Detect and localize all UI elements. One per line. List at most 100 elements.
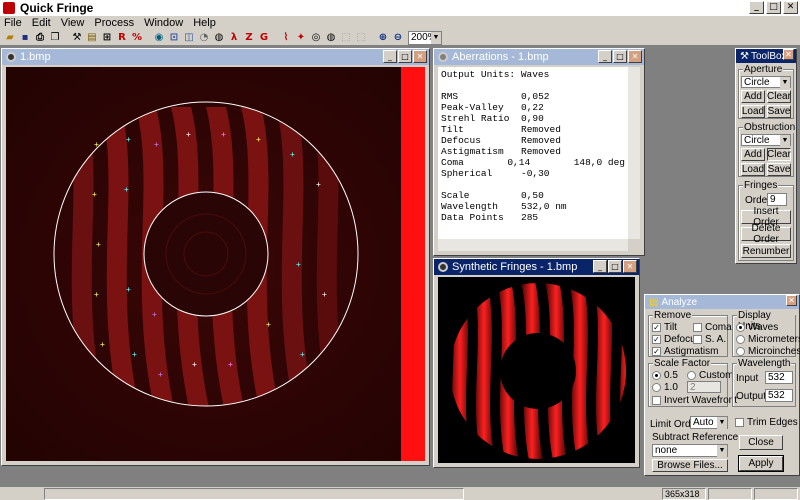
- ball-icon[interactable]: ◍: [324, 31, 338, 45]
- synthetic-canvas[interactable]: [438, 277, 635, 463]
- vertical-scrollbar[interactable]: [628, 67, 640, 239]
- radio-selected-icon: [652, 371, 661, 380]
- wave-icon[interactable]: ⌇: [279, 31, 293, 45]
- menu-help[interactable]: Help: [193, 16, 216, 30]
- maximize-button[interactable]: □: [766, 1, 781, 14]
- lambda-icon[interactable]: λ: [227, 31, 241, 45]
- order-spinner[interactable]: 9: [767, 193, 787, 206]
- close-button[interactable]: ✕: [783, 1, 798, 14]
- zoom-out-icon[interactable]: ⊖: [391, 31, 405, 45]
- aperture-load-button[interactable]: Load: [741, 105, 765, 118]
- minimize-button[interactable]: _: [749, 1, 764, 14]
- analyze-close-icon-button[interactable]: ✕: [786, 295, 797, 306]
- r-icon[interactable]: R: [115, 31, 129, 45]
- menu-process[interactable]: Process: [94, 16, 134, 30]
- grid-icon[interactable]: ⊞: [100, 31, 114, 45]
- star-icon[interactable]: ✦: [294, 31, 308, 45]
- save-icon[interactable]: ▪: [18, 31, 32, 45]
- interferogram-canvas[interactable]: + + + + + + + + + + + + + + + + + + + + + + +: [6, 67, 425, 461]
- fringe-icon[interactable]: ◍: [212, 31, 226, 45]
- open-icon[interactable]: ▰: [3, 31, 17, 45]
- scale-custom-value: 2: [690, 382, 696, 393]
- window-close-button[interactable]: ✕: [413, 50, 427, 63]
- close-button[interactable]: Close: [739, 435, 783, 450]
- units-micrometers-radio[interactable]: Micrometers: [736, 334, 800, 345]
- g-icon[interactable]: G: [257, 31, 271, 45]
- delete-order-button[interactable]: Delete Order: [741, 223, 791, 245]
- remove-sa-checkbox[interactable]: S. A.: [693, 334, 726, 345]
- window-minimize-button[interactable]: _: [593, 260, 607, 273]
- svg-text:+: +: [158, 370, 163, 379]
- aberrations-titlebar[interactable]: Aberrations - 1.bmp _ □ ✕: [434, 49, 644, 65]
- wavelength-output-field[interactable]: 532: [765, 389, 793, 402]
- ab-value: Removed: [521, 146, 561, 157]
- subtract-reference-select[interactable]: none ▼: [652, 444, 728, 457]
- apply-button[interactable]: Apply: [738, 455, 784, 472]
- scale-custom-input[interactable]: 2: [687, 381, 721, 393]
- toolbox-titlebar[interactable]: ⚒ ToolBox ✕: [736, 49, 796, 63]
- browse-files-button[interactable]: Browse Files...: [652, 459, 728, 472]
- ronchi-icon[interactable]: ◎: [309, 31, 323, 45]
- aperture-save-button[interactable]: Save: [767, 105, 791, 118]
- window-minimize-button[interactable]: _: [383, 50, 397, 63]
- menu-window[interactable]: Window: [144, 16, 183, 30]
- obstruction-load-button[interactable]: Load: [741, 163, 765, 176]
- ab-row: Peak-Valley 0,22: [441, 102, 625, 113]
- copy-icon[interactable]: ❐: [48, 31, 62, 45]
- contour-icon[interactable]: ◫: [182, 31, 196, 45]
- image-window: 1.bmp _ □ ✕ + + + + + + + + + + + + + + …: [1, 48, 430, 466]
- svg-text:+: +: [100, 340, 105, 349]
- horizontal-scrollbar[interactable]: [438, 239, 628, 251]
- renumber-button[interactable]: Renumber: [741, 244, 791, 258]
- aberrations-window: Aberrations - 1.bmp _ □ ✕ Output Units: …: [433, 48, 645, 256]
- obstruction-group-title: Obstruction: [743, 122, 797, 133]
- tools-icon[interactable]: ⚒: [70, 31, 84, 45]
- window-close-button[interactable]: ✕: [628, 50, 642, 63]
- print-icon[interactable]: ⎙: [33, 31, 47, 45]
- limit-order-select[interactable]: Auto ▼: [690, 416, 728, 429]
- synthetic-titlebar[interactable]: Synthetic Fringes - 1.bmp _ □ ✕: [434, 259, 639, 275]
- toolbox-close-button[interactable]: ✕: [783, 49, 794, 60]
- window-close-button[interactable]: ✕: [623, 260, 637, 273]
- ab-value: 532,0 nm: [521, 201, 567, 212]
- invert-wavefront-checkbox[interactable]: Invert Wavefront: [652, 395, 737, 406]
- insert-order-button[interactable]: Insert Order: [741, 206, 791, 228]
- ab-extra: 148,0 deg: [573, 157, 625, 168]
- image-window-titlebar[interactable]: 1.bmp _ □ ✕: [2, 49, 429, 65]
- scale-half-radio[interactable]: 0.5: [652, 370, 678, 381]
- menu-view[interactable]: View: [61, 16, 85, 30]
- obstruction-clear-button[interactable]: Clear: [767, 148, 791, 161]
- z-icon[interactable]: Z: [242, 31, 256, 45]
- units-waves-radio[interactable]: Waves: [736, 322, 778, 333]
- units-microinches-radio[interactable]: Microinches: [736, 346, 800, 357]
- chart-icon[interactable]: ⊡: [167, 31, 181, 45]
- window-maximize-button[interactable]: □: [613, 50, 627, 63]
- zoom-select[interactable]: 200% ▼: [408, 30, 442, 45]
- remove-astig-checkbox[interactable]: ✓ Astigmatism: [652, 346, 718, 357]
- obstruction-save-button[interactable]: Save: [767, 163, 791, 176]
- trim-edges-checkbox[interactable]: Trim Edges: [735, 417, 798, 428]
- surface-icon[interactable]: ◔: [197, 31, 211, 45]
- scale-one-radio[interactable]: 1.0: [652, 382, 678, 393]
- obstruction-shape-select[interactable]: Circle ▼: [741, 134, 791, 147]
- aperture-shape-select[interactable]: Circle ▼: [741, 76, 791, 89]
- percent-icon[interactable]: %: [130, 31, 144, 45]
- window-minimize-button[interactable]: _: [598, 50, 612, 63]
- obstruction-add-button[interactable]: Add: [741, 148, 765, 161]
- remove-tilt-checkbox[interactable]: ✓ Tilt: [652, 322, 677, 333]
- aperture-add-button[interactable]: Add: [741, 90, 765, 103]
- window-maximize-button[interactable]: □: [608, 260, 622, 273]
- zoom-in-icon[interactable]: ⊕: [376, 31, 390, 45]
- menu-file[interactable]: File: [4, 16, 22, 30]
- aperture-icon[interactable]: ◉: [152, 31, 166, 45]
- analyze-titlebar[interactable]: ▤ Analyze ✕: [645, 295, 799, 309]
- scale-custom-radio[interactable]: Custom: [687, 370, 733, 381]
- aperture-clear-button[interactable]: Clear: [767, 90, 791, 103]
- ab-value: Removed: [521, 124, 561, 135]
- fringe-window-icon: [6, 52, 16, 62]
- remove-coma-checkbox[interactable]: Coma: [693, 322, 732, 333]
- trace-icon[interactable]: ▤: [85, 31, 99, 45]
- wavelength-input-field[interactable]: 532: [765, 371, 793, 384]
- window-maximize-button[interactable]: □: [398, 50, 412, 63]
- menu-edit[interactable]: Edit: [32, 16, 51, 30]
